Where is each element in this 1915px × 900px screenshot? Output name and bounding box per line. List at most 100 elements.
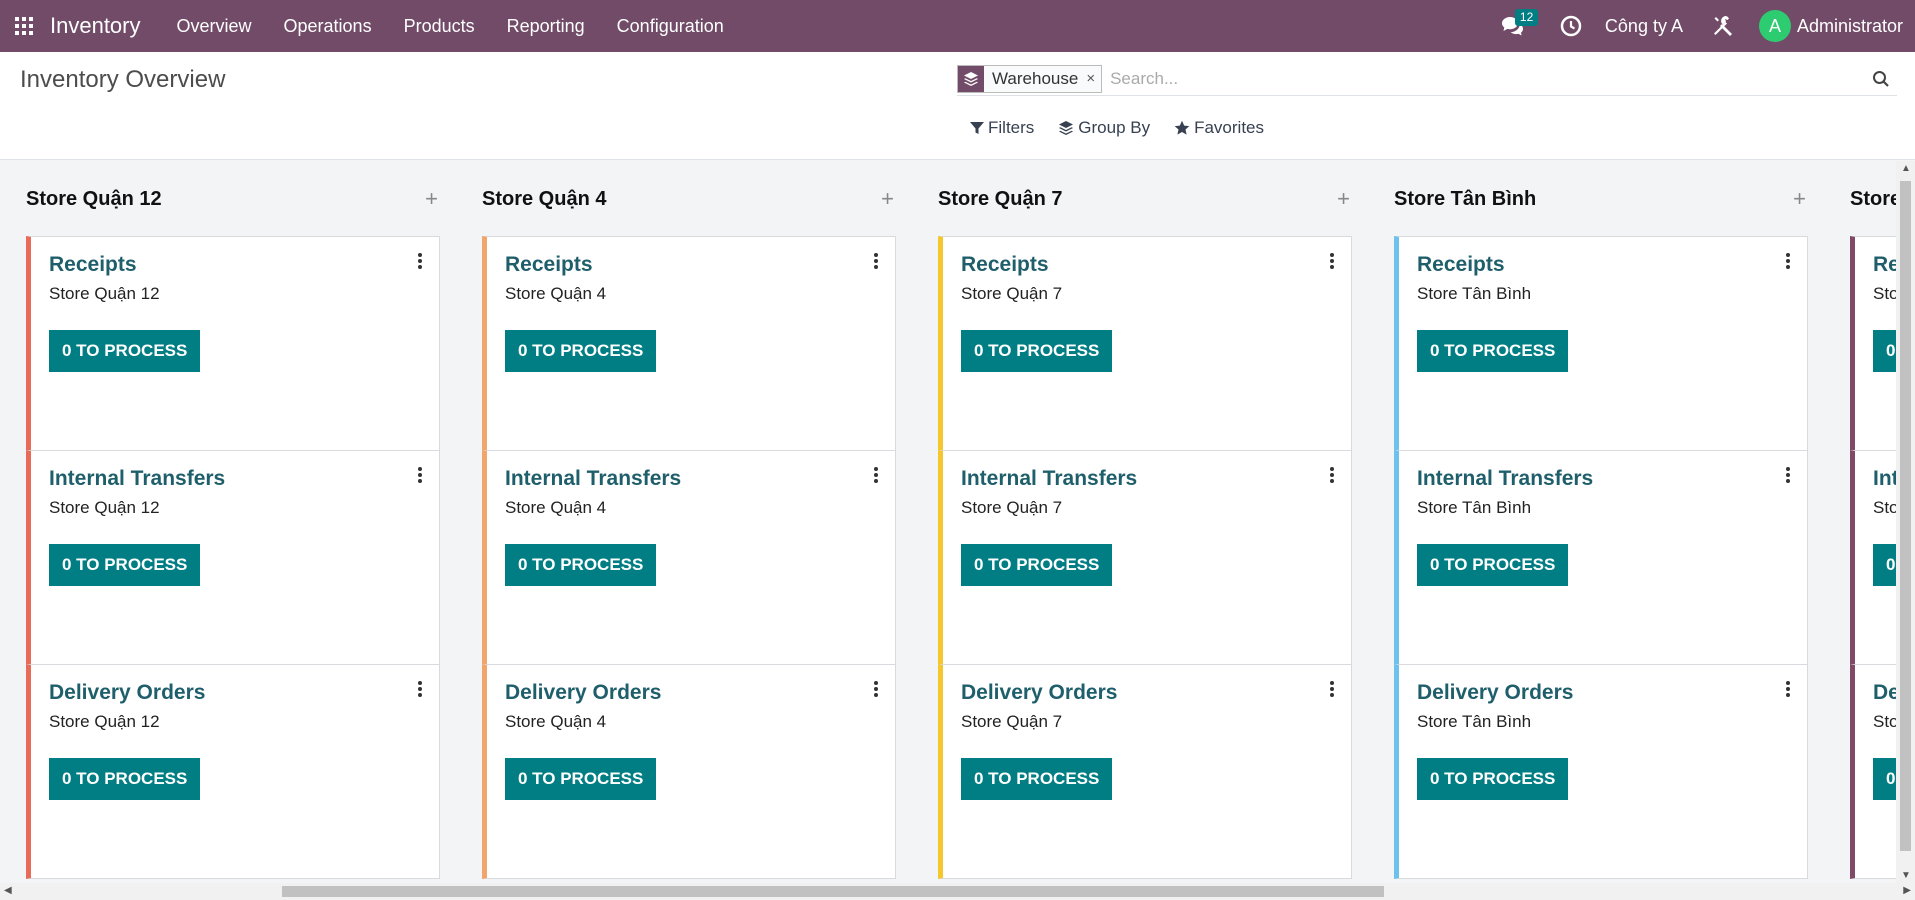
to-process-button[interactable]: 0 xyxy=(1873,330,1896,372)
card-title[interactable]: Internal Transfers xyxy=(505,467,681,491)
card-title[interactable]: De xyxy=(1873,681,1896,705)
card-title[interactable]: Internal Transfers xyxy=(1417,467,1593,491)
operation-card[interactable]: Receipts Store Quận 4 0 TO PROCESS xyxy=(482,236,896,451)
column-title: Store Quận 7 xyxy=(938,187,1063,210)
vertical-scroll-thumb[interactable] xyxy=(1900,181,1911,851)
horizontal-scrollbar[interactable]: ◀ ▶ xyxy=(0,883,1915,900)
card-warehouse: Store Tân Bình xyxy=(1417,498,1532,517)
column-title: Store Tân Bình xyxy=(1394,187,1537,210)
column-title: Store Quận 12 xyxy=(26,187,162,210)
scroll-down-icon[interactable]: ▼ xyxy=(1901,870,1911,881)
kebab-menu-icon[interactable] xyxy=(415,251,425,271)
kebab-menu-icon[interactable] xyxy=(871,679,881,699)
menu-operations[interactable]: Operations xyxy=(268,0,388,52)
card-title[interactable]: Receipts xyxy=(49,253,137,277)
to-process-button[interactable]: 0 TO PROCESS xyxy=(1417,330,1569,372)
horizontal-scroll-thumb[interactable] xyxy=(282,886,1384,897)
kanban-column: Store Quận 7 + Receipts Store Quận 7 0 T… xyxy=(938,161,1352,879)
to-process-button[interactable]: 0 TO PROCESS xyxy=(1417,758,1569,800)
search-input[interactable] xyxy=(1102,63,1865,94)
menu-overview[interactable]: Overview xyxy=(161,0,268,52)
to-process-button[interactable]: 0 TO PROCESS xyxy=(961,330,1113,372)
operation-card[interactable]: De Sto 0 xyxy=(1850,664,1896,879)
to-process-button[interactable]: 0 TO PROCESS xyxy=(961,758,1113,800)
card-title[interactable]: Re xyxy=(1873,253,1896,277)
operation-card[interactable]: Delivery Orders Store Quận 12 0 TO PROCE… xyxy=(26,664,440,879)
company-switcher[interactable]: Công ty A xyxy=(1593,16,1701,37)
operation-card[interactable]: Internal Transfers Store Tân Bình 0 TO P… xyxy=(1394,450,1808,665)
card-title[interactable]: Receipts xyxy=(505,253,593,277)
group-by-label: Group By xyxy=(1078,118,1151,137)
kebab-menu-icon[interactable] xyxy=(871,251,881,271)
card-title[interactable]: Int xyxy=(1873,467,1896,491)
add-card-button[interactable]: + xyxy=(1337,186,1350,212)
operation-card[interactable]: Internal Transfers Store Quận 7 0 TO PRO… xyxy=(938,450,1352,665)
user-menu[interactable]: Administrator xyxy=(1791,16,1915,37)
card-title[interactable]: Delivery Orders xyxy=(1417,681,1573,705)
operation-card[interactable]: Delivery Orders Store Quận 4 0 TO PROCES… xyxy=(482,664,896,879)
to-process-button[interactable]: 0 TO PROCESS xyxy=(505,544,657,586)
menu-products[interactable]: Products xyxy=(388,0,491,52)
messages-button[interactable]: 12 xyxy=(1491,0,1539,52)
column-header: Store Quận 12 + xyxy=(26,161,440,237)
kebab-menu-icon[interactable] xyxy=(415,679,425,699)
operation-card[interactable]: Receipts Store Quận 12 0 TO PROCESS xyxy=(26,236,440,451)
debug-tools-button[interactable] xyxy=(1701,0,1745,52)
to-process-button[interactable]: 0 TO PROCESS xyxy=(961,544,1113,586)
apps-grid-icon[interactable] xyxy=(0,0,48,52)
card-title[interactable]: Delivery Orders xyxy=(505,681,661,705)
app-brand[interactable]: Inventory xyxy=(48,13,161,39)
add-card-button[interactable]: + xyxy=(881,186,894,212)
to-process-button[interactable]: 0 TO PROCESS xyxy=(49,330,201,372)
card-title[interactable]: Receipts xyxy=(1417,253,1505,277)
kebab-menu-icon[interactable] xyxy=(1783,465,1793,485)
scroll-left-icon[interactable]: ◀ xyxy=(4,885,12,896)
card-title[interactable]: Receipts xyxy=(961,253,1049,277)
column-header: Store Quận 4 + xyxy=(482,161,896,237)
operation-card[interactable]: Int Sto 0 xyxy=(1850,450,1896,665)
card-title[interactable]: Internal Transfers xyxy=(961,467,1137,491)
favorites-label: Favorites xyxy=(1194,118,1265,137)
to-process-button[interactable]: 0 TO PROCESS xyxy=(49,758,201,800)
facet-remove-button[interactable]: × xyxy=(1086,70,1101,87)
kanban-column: Store Tân Bình + Receipts Store Tân Bình… xyxy=(1394,161,1808,879)
vertical-scrollbar[interactable]: ▲ ▼ xyxy=(1896,161,1915,883)
kebab-menu-icon[interactable] xyxy=(1327,465,1337,485)
operation-card[interactable]: Delivery Orders Store Tân Bình 0 TO PROC… xyxy=(1394,664,1808,879)
card-title[interactable]: Delivery Orders xyxy=(961,681,1117,705)
operation-card[interactable]: Receipts Store Tân Bình 0 TO PROCESS xyxy=(1394,236,1808,451)
operation-card[interactable]: Re Sto 0 xyxy=(1850,236,1896,451)
to-process-button[interactable]: 0 xyxy=(1873,758,1896,800)
operation-card[interactable]: Internal Transfers Store Quận 4 0 TO PRO… xyxy=(482,450,896,665)
operation-card[interactable]: Delivery Orders Store Quận 7 0 TO PROCES… xyxy=(938,664,1352,879)
kebab-menu-icon[interactable] xyxy=(1783,679,1793,699)
avatar[interactable]: A xyxy=(1758,10,1791,42)
group-by-button[interactable]: Group By xyxy=(1058,118,1150,138)
add-card-button[interactable]: + xyxy=(1793,186,1806,212)
add-card-button[interactable]: + xyxy=(425,186,438,212)
filters-button[interactable]: Filters xyxy=(970,118,1034,138)
activity-button[interactable] xyxy=(1549,0,1593,52)
to-process-button[interactable]: 0 TO PROCESS xyxy=(505,758,657,800)
kebab-menu-icon[interactable] xyxy=(1327,251,1337,271)
scroll-up-icon[interactable]: ▲ xyxy=(1901,163,1911,174)
kanban-board: Store Quận 12 + Receipts Store Quận 12 0… xyxy=(0,161,1896,883)
kebab-menu-icon[interactable] xyxy=(415,465,425,485)
to-process-button[interactable]: 0 TO PROCESS xyxy=(505,330,657,372)
search-icon[interactable] xyxy=(1865,63,1897,95)
kebab-menu-icon[interactable] xyxy=(871,465,881,485)
menu-configuration[interactable]: Configuration xyxy=(601,0,740,52)
card-title[interactable]: Internal Transfers xyxy=(49,467,225,491)
operation-card[interactable]: Receipts Store Quận 7 0 TO PROCESS xyxy=(938,236,1352,451)
card-title[interactable]: Delivery Orders xyxy=(49,681,205,705)
scroll-right-icon[interactable]: ▶ xyxy=(1903,885,1911,896)
menu-reporting[interactable]: Reporting xyxy=(491,0,601,52)
kebab-menu-icon[interactable] xyxy=(1783,251,1793,271)
favorites-button[interactable]: Favorites xyxy=(1174,118,1264,138)
operation-card[interactable]: Internal Transfers Store Quận 12 0 TO PR… xyxy=(26,450,440,665)
to-process-button[interactable]: 0 TO PROCESS xyxy=(49,544,201,586)
layers-icon xyxy=(958,65,984,92)
to-process-button[interactable]: 0 xyxy=(1873,544,1896,586)
kebab-menu-icon[interactable] xyxy=(1327,679,1337,699)
to-process-button[interactable]: 0 TO PROCESS xyxy=(1417,544,1569,586)
